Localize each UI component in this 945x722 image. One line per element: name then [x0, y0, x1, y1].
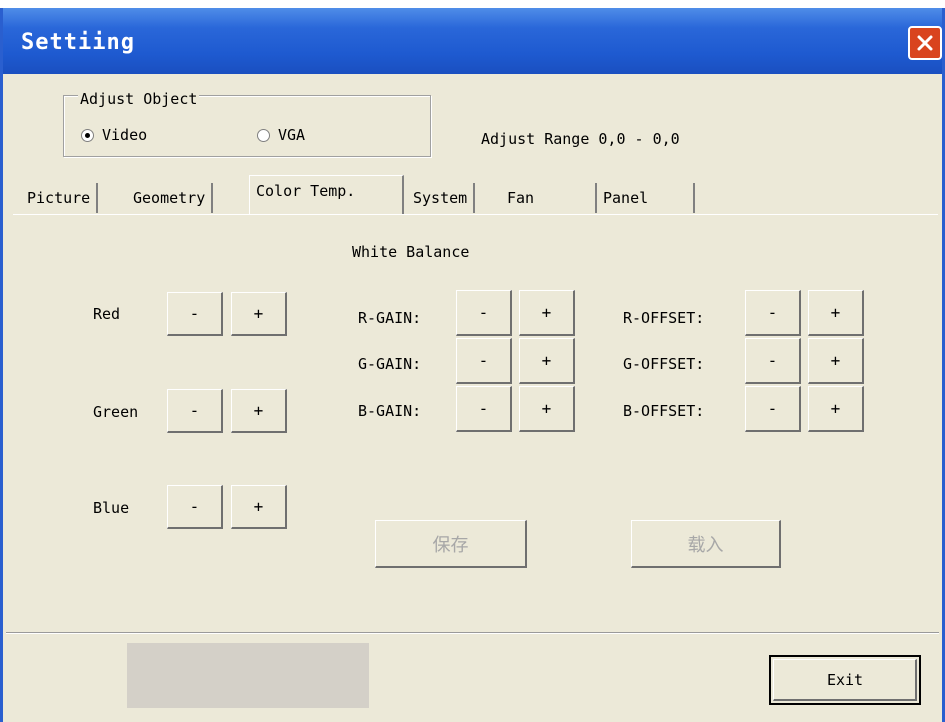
r-offset-minus-button[interactable]: -	[745, 290, 801, 336]
radio-vga-label: VGA	[278, 126, 306, 144]
b-offset-plus-label: +	[830, 399, 841, 418]
adjust-range-text: Adjust Range 0,0 - 0,0	[481, 130, 680, 148]
b-offset-label: B-OFFSET:	[623, 402, 705, 420]
red-minus-button[interactable]: -	[167, 292, 223, 336]
radio-vga[interactable]: VGA	[257, 126, 305, 144]
b-offset-minus-label: -	[767, 399, 778, 418]
r-gain-plus-label: +	[541, 303, 552, 322]
tab-fan[interactable]: Fan	[501, 183, 597, 213]
blue-label: Blue	[93, 499, 130, 517]
green-plus-button[interactable]: +	[231, 389, 287, 433]
load-button[interactable]: 载入	[631, 520, 781, 568]
tab-panel-label: Panel	[603, 189, 649, 207]
radio-video[interactable]: Video	[81, 126, 147, 144]
g-gain-plus-label: +	[541, 351, 552, 370]
g-gain-minus-button[interactable]: -	[456, 338, 512, 384]
red-minus-label: -	[189, 304, 200, 323]
r-offset-minus-label: -	[767, 303, 778, 322]
g-offset-label: G-OFFSET:	[623, 355, 705, 373]
footer-divider	[6, 632, 939, 634]
b-gain-minus-label: -	[478, 399, 489, 418]
g-offset-plus-button[interactable]: +	[808, 338, 864, 384]
load-button-label: 载入	[687, 534, 724, 556]
status-box	[127, 643, 369, 708]
g-gain-minus-label: -	[478, 351, 489, 370]
red-plus-button[interactable]: +	[231, 292, 287, 336]
close-icon	[917, 35, 933, 51]
save-button[interactable]: 保存	[375, 520, 527, 568]
b-gain-minus-button[interactable]: -	[456, 386, 512, 432]
tab-geometry[interactable]: Geometry	[127, 183, 214, 213]
close-button[interactable]	[908, 26, 942, 60]
r-offset-label: R-OFFSET:	[623, 309, 705, 327]
r-gain-minus-label: -	[478, 303, 489, 322]
tab-picture[interactable]: Picture	[21, 183, 99, 213]
g-offset-minus-label: -	[767, 351, 778, 370]
red-plus-label: +	[253, 304, 264, 323]
r-gain-minus-button[interactable]: -	[456, 290, 512, 336]
g-offset-plus-label: +	[830, 351, 841, 370]
green-label: Green	[93, 403, 139, 421]
tab-fan-label: Fan	[507, 189, 535, 207]
r-gain-label: R-GAIN:	[358, 309, 422, 327]
tab-geometry-label: Geometry	[133, 189, 206, 207]
red-label: Red	[93, 305, 121, 323]
save-button-label: 保存	[432, 534, 469, 556]
tab-panel[interactable]: Panel	[597, 183, 695, 213]
tab-picture-label: Picture	[27, 189, 91, 207]
adjust-object-legend: Adjust Object	[78, 90, 200, 108]
g-offset-minus-button[interactable]: -	[745, 338, 801, 384]
r-gain-plus-button[interactable]: +	[519, 290, 575, 336]
tab-system-label: System	[413, 189, 468, 207]
blue-minus-label: -	[189, 497, 200, 516]
tab-color-temp[interactable]: Color Temp.	[249, 175, 404, 215]
exit-button[interactable]: Exit	[769, 655, 921, 705]
b-offset-minus-button[interactable]: -	[745, 386, 801, 432]
b-offset-plus-button[interactable]: +	[808, 386, 864, 432]
white-balance-heading: White Balance	[352, 243, 470, 261]
tab-system[interactable]: System	[407, 183, 476, 213]
green-plus-label: +	[253, 401, 264, 420]
radio-unselected-icon	[257, 128, 270, 142]
tab-color-temp-label: Color Temp.	[256, 182, 356, 200]
r-offset-plus-button[interactable]: +	[808, 290, 864, 336]
g-gain-label: G-GAIN:	[358, 355, 422, 373]
window-title: Settiing	[21, 30, 135, 55]
blue-plus-label: +	[253, 497, 264, 516]
blue-plus-button[interactable]: +	[231, 485, 287, 529]
title-bar[interactable]: Settiing	[3, 8, 942, 74]
settings-window: Settiing Adjust Object Video VGA Adjust …	[0, 8, 945, 722]
green-minus-button[interactable]: -	[167, 389, 223, 433]
radio-video-label: Video	[102, 126, 148, 144]
exit-button-label: Exit	[826, 671, 864, 689]
r-offset-plus-label: +	[830, 303, 841, 322]
g-gain-plus-button[interactable]: +	[519, 338, 575, 384]
blue-minus-button[interactable]: -	[167, 485, 223, 529]
background-gap	[610, 0, 640, 8]
b-gain-label: B-GAIN:	[358, 402, 422, 420]
b-gain-plus-button[interactable]: +	[519, 386, 575, 432]
radio-selected-icon	[81, 128, 94, 142]
green-minus-label: -	[189, 401, 200, 420]
b-gain-plus-label: +	[541, 399, 552, 418]
